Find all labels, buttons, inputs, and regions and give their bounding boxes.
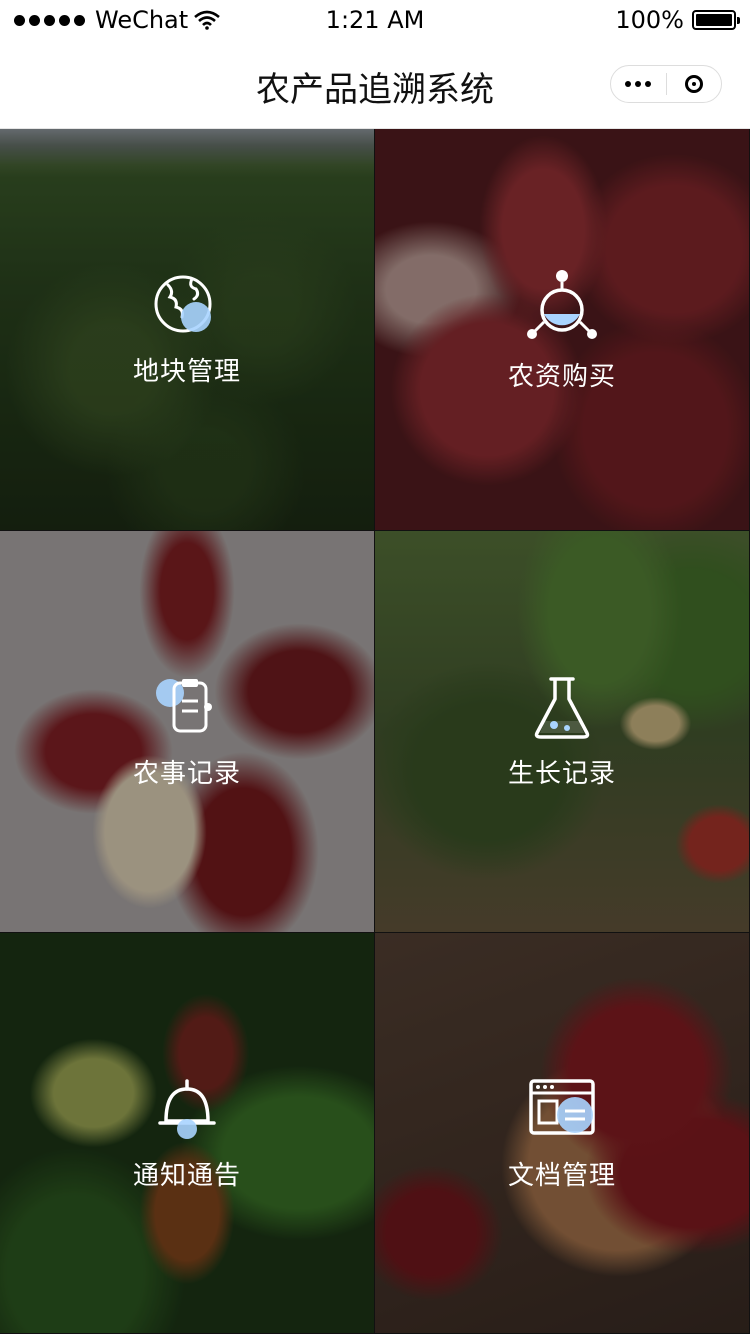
battery-percent: 100% bbox=[615, 6, 684, 34]
nav-bar: 农产品追溯系统 bbox=[0, 40, 750, 129]
menu-item-label: 文档管理 bbox=[507, 1160, 616, 1191]
battery-icon bbox=[692, 10, 740, 30]
menu-item-growth-record[interactable]: 生长记录 bbox=[375, 531, 750, 933]
mini-program-capsule bbox=[610, 65, 722, 103]
menu-item-plot-management[interactable]: 地块管理 bbox=[0, 129, 375, 531]
tile-content: 通知通告 bbox=[0, 933, 374, 1333]
clipboard-icon bbox=[156, 679, 212, 733]
menu-grid: 地块管理 农资购买 农事记录 生长记录 通知通告 文档管理 bbox=[0, 129, 750, 1334]
tile-content: 文档管理 bbox=[375, 933, 749, 1333]
tile-content: 地块管理 bbox=[0, 129, 374, 530]
more-options-button[interactable] bbox=[611, 81, 666, 87]
tile-content: 农事记录 bbox=[0, 531, 374, 932]
status-bar: WeChat 1:21 AM 100% bbox=[0, 0, 750, 40]
menu-item-label: 地块管理 bbox=[132, 357, 241, 387]
menu-item-farming-record[interactable]: 农事记录 bbox=[0, 531, 375, 933]
flask-icon bbox=[534, 677, 590, 739]
menu-item-document-management[interactable]: 文档管理 bbox=[375, 933, 750, 1334]
target-icon bbox=[684, 75, 703, 93]
document-window-icon bbox=[529, 1078, 595, 1135]
tile-content: 生长记录 bbox=[375, 531, 749, 932]
menu-item-input-purchase[interactable]: 农资购买 bbox=[375, 129, 750, 531]
tile-content: 农资购买 bbox=[375, 129, 749, 530]
globe-icon bbox=[154, 275, 212, 333]
menu-item-label: 通知通告 bbox=[132, 1160, 241, 1191]
menu-item-label: 生长记录 bbox=[507, 759, 616, 789]
status-right: 100% bbox=[615, 6, 740, 34]
molecule-flask-icon bbox=[527, 270, 597, 339]
bell-icon bbox=[158, 1078, 216, 1139]
close-mini-program-button[interactable] bbox=[667, 75, 722, 93]
menu-item-label: 农事记录 bbox=[132, 759, 241, 789]
menu-item-notice[interactable]: 通知通告 bbox=[0, 933, 375, 1334]
menu-item-label: 农资购买 bbox=[507, 362, 616, 392]
